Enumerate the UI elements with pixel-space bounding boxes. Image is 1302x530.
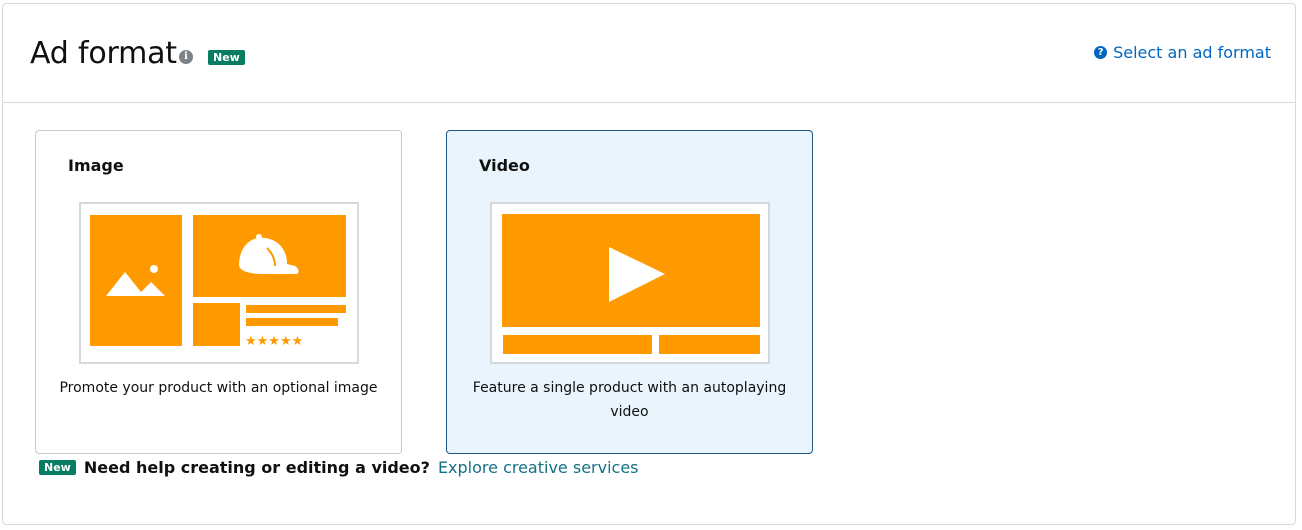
svg-text:★★★★★: ★★★★★: [245, 334, 303, 349]
card-title: Video: [479, 156, 530, 175]
rating-stars: ★★★★★: [245, 334, 303, 349]
panel-header: Ad format i New ? Select an ad format: [3, 4, 1295, 103]
video-format-card[interactable]: Video Feature a single product with an a…: [446, 130, 813, 454]
explore-creative-services-link[interactable]: Explore creative services: [438, 458, 639, 477]
creative-services-row: New Need help creating or editing a vide…: [39, 458, 639, 477]
card-description: Promote your product with an optional im…: [59, 380, 378, 396]
video-ad-svg: [502, 214, 760, 354]
select-ad-format-label: Select an ad format: [1113, 43, 1271, 62]
select-ad-format-link[interactable]: ? Select an ad format: [1094, 43, 1271, 62]
image-ad-illustration: ★★★★★: [79, 202, 359, 364]
info-icon[interactable]: i: [179, 50, 193, 64]
image-format-card[interactable]: Image ★★★★★ Promote your product with an…: [35, 130, 402, 454]
video-ad-illustration: [490, 202, 770, 364]
page-title: Ad format: [30, 36, 177, 71]
ad-format-panel: Ad format i New ? Select an ad format Im…: [2, 3, 1296, 525]
card-title: Image: [68, 156, 124, 175]
new-badge: New: [208, 50, 245, 65]
new-badge: New: [39, 460, 76, 475]
card-description: Feature a single product with an autopla…: [472, 380, 787, 420]
image-ad-svg: ★★★★★: [90, 215, 346, 349]
help-question: Need help creating or editing a video?: [83, 458, 430, 477]
question-circle-icon: ?: [1094, 46, 1108, 59]
